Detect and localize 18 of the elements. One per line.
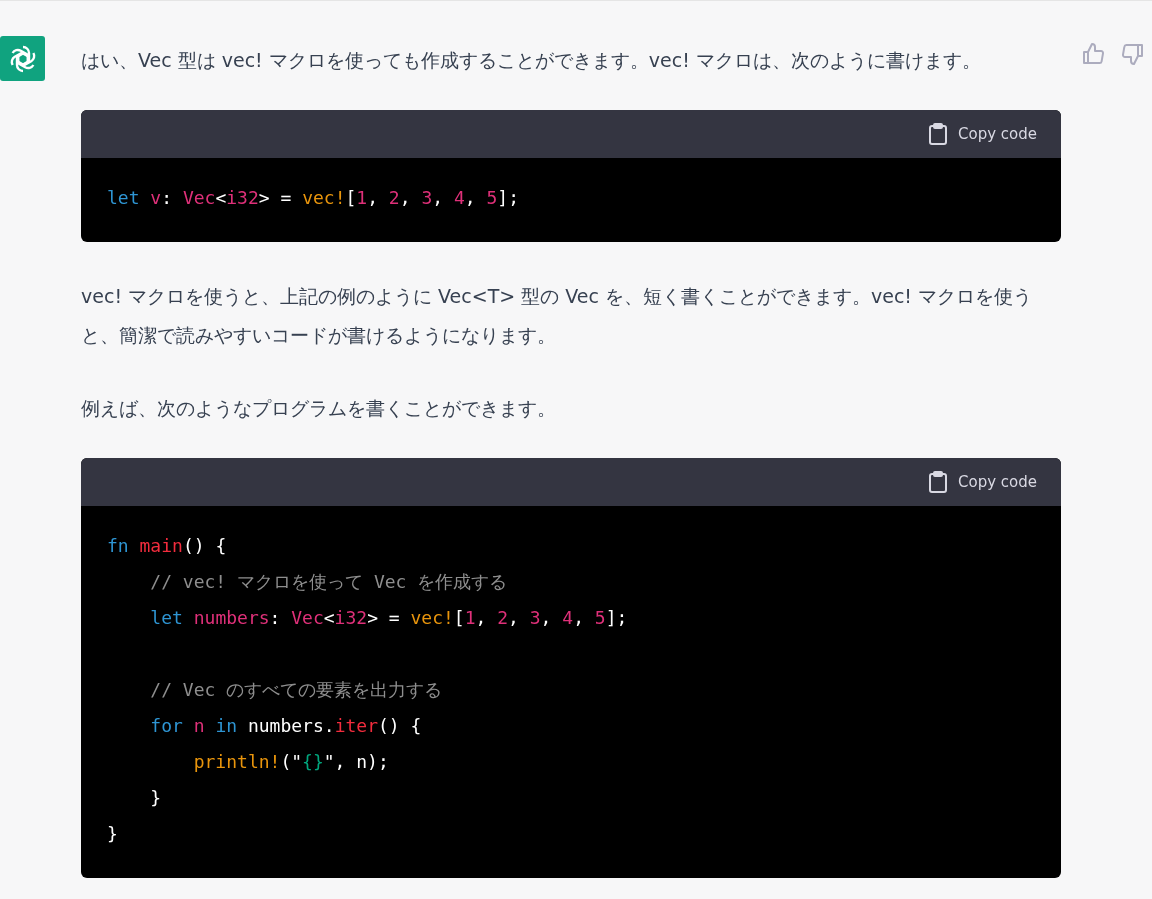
code-line: } xyxy=(107,822,119,846)
copy-code-button[interactable]: Copy code xyxy=(928,471,1037,493)
code-line: // vec! マクロを使って Vec を作成する xyxy=(149,570,509,594)
code-line: for n in numbers.iter() { xyxy=(149,714,423,738)
code-line: let numbers: Vec<i32> = vec![1, 2, 3, 4, 5]; xyxy=(149,606,629,630)
message-paragraph: 例えば、次のようなプログラムを書くことができます。 xyxy=(81,396,557,421)
code-line: fn main() { xyxy=(107,534,228,558)
clipboard-icon xyxy=(928,471,948,493)
copy-code-button[interactable]: Copy code xyxy=(928,123,1037,145)
code-line: // Vec のすべての要素を出力する xyxy=(149,678,444,702)
code-line: let v: Vec<i32> = vec![1, 2, 3, 4, 5]; xyxy=(107,186,520,210)
code-line: } xyxy=(149,786,163,810)
clipboard-icon xyxy=(928,123,948,145)
code-line: println!("{}", n); xyxy=(192,750,390,774)
thumbs-up-icon[interactable] xyxy=(1081,42,1105,66)
message-paragraph: vec! マクロを使うと、上記の例のように Vec<T> 型の Vec を、短く書くことができます。vec! マクロを使うと、簡潔で読みやすいコードが書けるようになります。 xyxy=(81,284,1033,348)
thumbs-down-icon[interactable] xyxy=(1121,42,1145,66)
message-paragraph: はい、Vec 型は vec! マクロを使っても作成することができます。vec! マクロは、次のように書けます。 xyxy=(81,48,982,73)
